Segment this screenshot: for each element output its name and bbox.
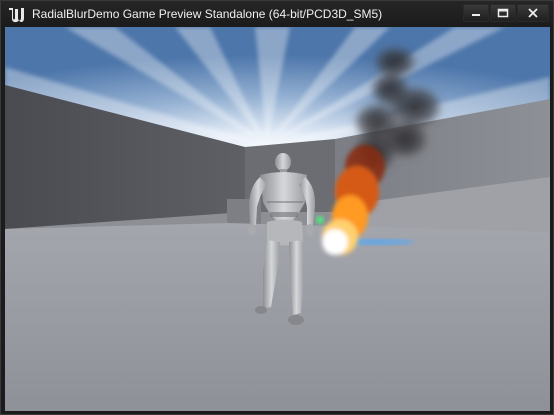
- title-bar[interactable]: RadialBlurDemo Game Preview Standalone (…: [1, 1, 553, 27]
- maximize-icon: [497, 8, 509, 18]
- maximize-button[interactable]: [490, 4, 516, 22]
- minimize-button[interactable]: [463, 4, 489, 22]
- game-window: RadialBlurDemo Game Preview Standalone (…: [0, 0, 554, 415]
- window-title: RadialBlurDemo Game Preview Standalone (…: [32, 7, 383, 21]
- game-viewport[interactable]: [5, 27, 550, 411]
- unreal-engine-icon: [9, 8, 24, 23]
- game-scene: [5, 27, 550, 411]
- close-button[interactable]: [517, 4, 549, 22]
- close-icon: [528, 8, 538, 18]
- minimize-icon: [472, 14, 480, 16]
